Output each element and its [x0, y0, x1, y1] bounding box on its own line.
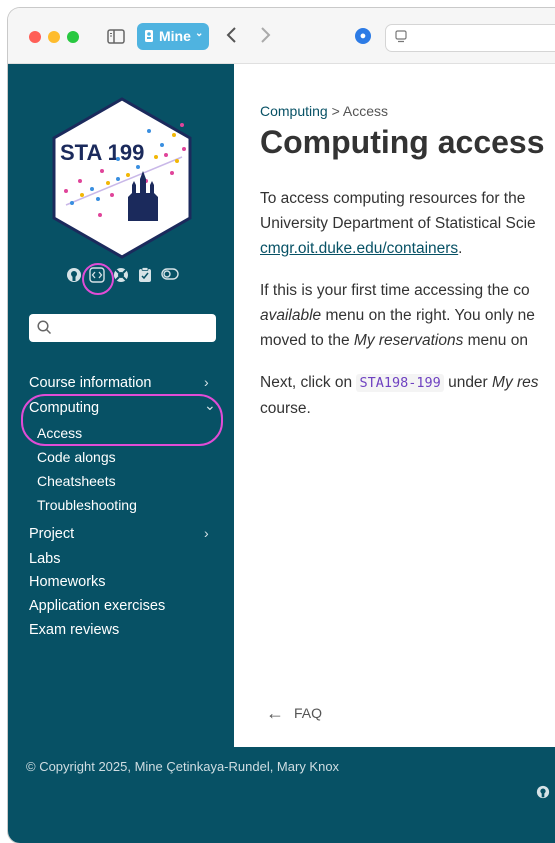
text-emphasis: My reservations: [353, 332, 464, 349]
text-line: course.: [260, 400, 311, 417]
breadcrumb-computing[interactable]: Computing: [260, 103, 328, 119]
toggle-icon[interactable]: [161, 267, 179, 286]
text-fragment: menu on: [463, 332, 528, 349]
profile-icon: [144, 29, 154, 46]
paragraph-next: Next, click on STA198-199 under My res c…: [260, 370, 539, 421]
main-content: Computing > Access Computing access To a…: [234, 64, 555, 747]
sidebar: STA 199 Course information › Computing ⌄…: [8, 64, 234, 747]
github-icon[interactable]: [66, 267, 82, 288]
sidebar-item-application-exercises[interactable]: Application exercises: [29, 598, 165, 614]
back-button[interactable]: [225, 26, 237, 49]
annotation-circle: [82, 263, 114, 295]
text-fragment: menu on the right. You only ne: [321, 307, 535, 324]
forward-button[interactable]: [260, 26, 272, 49]
chevron-down-icon: ⌄: [195, 28, 204, 39]
copyright-text: © Copyright 2025, Mine Çetinkaya-Rundel,…: [26, 759, 340, 774]
close-window-button[interactable]: [29, 31, 41, 43]
text-fragment: moved to the: [260, 332, 354, 349]
search-icon: [37, 320, 52, 340]
annotation-highlight: [21, 394, 223, 446]
sidebar-item-project[interactable]: Project: [29, 526, 74, 542]
text-fragment: Next, click on: [260, 374, 357, 391]
lifebuoy-icon[interactable]: [113, 267, 129, 288]
page-footer: © Copyright 2025, Mine Çetinkaya-Rundel,…: [8, 747, 555, 843]
sidebar-item-homeworks[interactable]: Homeworks: [29, 574, 106, 590]
browser-window: Mine ⌄ ● STA 199 Course information › Co…: [8, 8, 555, 843]
password-extension-icon[interactable]: ●: [355, 28, 371, 44]
page-icon: [394, 30, 408, 49]
text-fragment: .: [458, 240, 463, 257]
address-bar[interactable]: [385, 24, 555, 52]
prev-page-label: FAQ: [294, 705, 323, 721]
breadcrumb: Computing > Access: [260, 103, 388, 119]
chevron-right-icon[interactable]: ›: [204, 374, 209, 390]
inline-code: STA198-199: [356, 374, 444, 392]
sidebar-item-troubleshooting[interactable]: Troubleshooting: [37, 497, 137, 513]
profile-button[interactable]: Mine ⌄: [137, 23, 209, 50]
arrow-left-icon: ←: [266, 703, 284, 723]
sidebar-item-labs[interactable]: Labs: [29, 551, 60, 567]
text-line: University Department of Statistical Sci…: [260, 215, 536, 232]
prev-page-link[interactable]: ← FAQ: [266, 702, 322, 723]
sidebar-item-course-information[interactable]: Course information: [29, 375, 152, 391]
course-logo[interactable]: STA 199: [52, 97, 192, 264]
breadcrumb-current: Access: [342, 103, 389, 119]
containers-link[interactable]: cmgr.oit.duke.edu/containers: [260, 240, 458, 257]
chevron-right-icon[interactable]: ›: [204, 525, 209, 541]
text-line: If this is your first time accessing the…: [260, 282, 530, 299]
github-icon[interactable]: [536, 785, 550, 804]
sidebar-item-cheatsheets[interactable]: Cheatsheets: [37, 473, 116, 489]
clipboard-check-icon[interactable]: [138, 267, 152, 288]
svg-text:STA 199: STA 199: [60, 140, 144, 165]
sidebar-item-exam-reviews[interactable]: Exam reviews: [29, 622, 119, 638]
browser-toolbar: Mine ⌄ ●: [8, 8, 555, 64]
search-input[interactable]: [29, 314, 216, 342]
breadcrumb-separator: >: [331, 103, 340, 119]
paragraph-first-time: If this is your first time accessing the…: [260, 278, 535, 353]
profile-label: Mine: [159, 28, 191, 44]
text-line: To access computing resources for the: [260, 190, 526, 207]
paragraph-intro: To access computing resources for the Un…: [260, 186, 536, 261]
minimize-window-button[interactable]: [48, 31, 60, 43]
sidebar-item-code-alongs[interactable]: Code alongs: [37, 449, 116, 465]
text-fragment: under: [443, 374, 493, 391]
zoom-window-button[interactable]: [67, 31, 79, 43]
text-emphasis: available: [260, 307, 322, 324]
page-title: Computing access: [260, 124, 545, 160]
text-emphasis: My res: [492, 374, 539, 391]
sidebar-toggle-icon[interactable]: [107, 29, 125, 44]
